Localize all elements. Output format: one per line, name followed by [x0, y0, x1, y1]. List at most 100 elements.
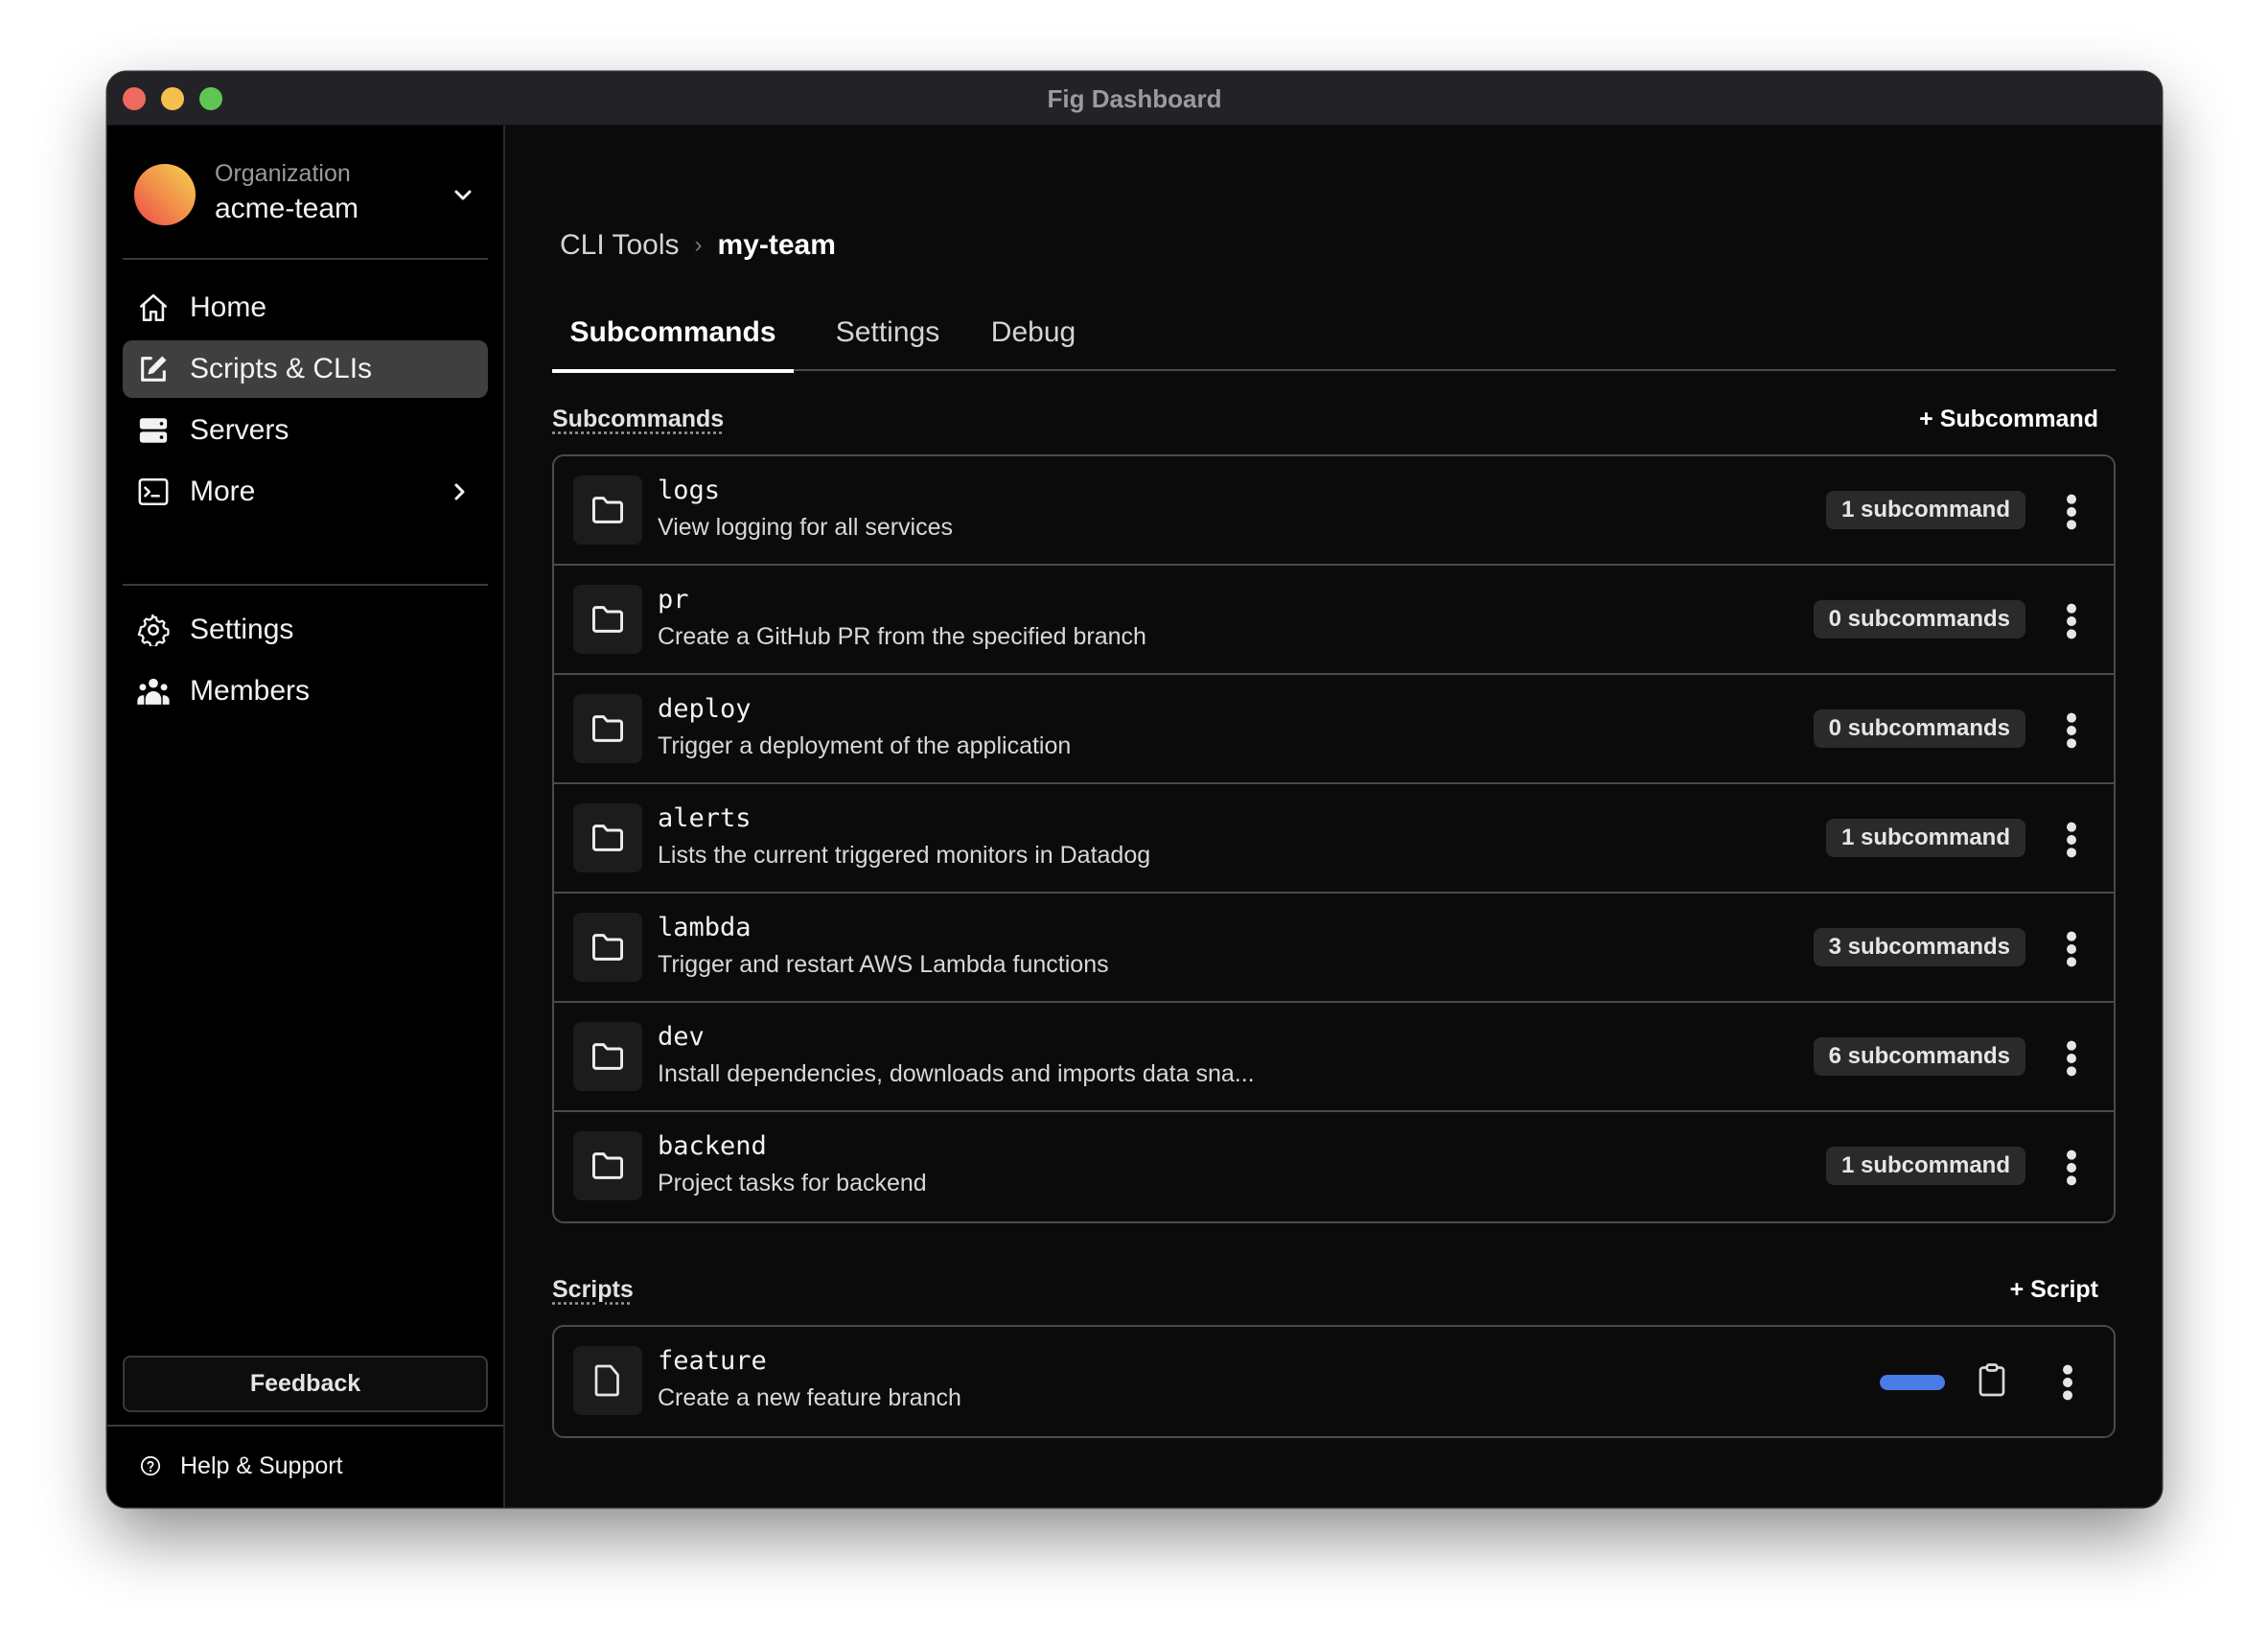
folder-icon	[573, 1131, 642, 1200]
feedback-button[interactable]: Feedback	[123, 1356, 488, 1412]
folder-icon	[573, 913, 642, 982]
sidebar-item-scripts-clis[interactable]: Scripts & CLIs	[123, 340, 488, 398]
sidebar-item-label: More	[190, 476, 256, 507]
sidebar-item-label: Home	[190, 291, 267, 323]
subcommand-list: logs View logging for all services 1 sub…	[552, 454, 2116, 1223]
app-window: Fig Dashboard Organization acme-team Hom…	[107, 72, 2162, 1507]
folder-icon	[573, 476, 642, 545]
sidebar-divider	[123, 584, 488, 586]
clipboard-icon[interactable]	[1978, 1363, 2006, 1398]
subcommand-description: Trigger a deployment of the application	[658, 732, 1072, 759]
subcommand-description: View logging for all services	[658, 514, 954, 541]
home-icon	[136, 290, 171, 325]
sidebar-footer-divider	[107, 1425, 503, 1427]
sidebar-item-label: Servers	[190, 414, 289, 446]
sidebar-item-label: Scripts & CLIs	[190, 353, 373, 384]
subcommand-name: backend	[658, 1131, 767, 1161]
folder-icon	[573, 803, 642, 872]
breadcrumb-cli-tools[interactable]: CLI Tools	[560, 229, 680, 262]
org-switcher[interactable]: Organization acme-team	[134, 147, 488, 252]
script-list: feature Create a new feature branch	[552, 1325, 2116, 1438]
subcommand-row[interactable]: lambda Trigger and restart AWS Lambda fu…	[554, 894, 2114, 1003]
subcommand-name: deploy	[658, 694, 752, 724]
breadcrumb-current: my-team	[717, 229, 836, 261]
subcommand-name: dev	[658, 1022, 705, 1052]
server-icon	[136, 413, 171, 448]
subcommand-row[interactable]: backend Project tasks for backend 1 subc…	[554, 1112, 2114, 1221]
breadcrumb-separator-icon: ›	[694, 232, 703, 258]
scripts-section-title: Scripts	[552, 1276, 634, 1303]
scripts-section-header: Scripts + Script	[552, 1276, 2116, 1314]
sidebar-item-more[interactable]: More	[123, 463, 488, 521]
subcommand-name: alerts	[658, 803, 752, 833]
more-options-icon[interactable]	[2064, 1149, 2079, 1187]
sidebar-item-servers[interactable]: Servers	[123, 402, 488, 459]
subcommand-name: lambda	[658, 913, 752, 942]
tab-bar: Subcommands Settings Debug	[552, 294, 2116, 373]
add-script-button[interactable]: + Script	[2010, 1276, 2098, 1304]
subcommand-row[interactable]: alerts Lists the current triggered monit…	[554, 784, 2114, 894]
subcommand-count-badge: 0 subcommands	[1813, 600, 2025, 639]
users-icon	[136, 674, 171, 708]
subcommand-description: Install dependencies, downloads and impo…	[658, 1060, 1255, 1087]
sidebar-item-label: Settings	[190, 614, 294, 645]
subcommand-row[interactable]: dev Install dependencies, downloads and …	[554, 1003, 2114, 1112]
subcommand-count-badge: 6 subcommands	[1813, 1037, 2025, 1076]
sidebar: Organization acme-team Home Scripts & CL…	[107, 126, 505, 1507]
gear-icon	[136, 613, 171, 647]
more-options-icon[interactable]	[2064, 493, 2079, 531]
terminal-icon	[136, 475, 171, 509]
subcommand-count-badge: 3 subcommands	[1813, 928, 2025, 966]
subcommand-row[interactable]: deploy Trigger a deployment of the appli…	[554, 675, 2114, 784]
chevron-right-icon	[454, 483, 465, 500]
sidebar-item-home[interactable]: Home	[123, 279, 488, 337]
help-circle-icon	[140, 1455, 161, 1476]
title-bar: Fig Dashboard	[107, 72, 2162, 126]
org-avatar	[134, 164, 196, 225]
tab-settings[interactable]: Settings	[830, 294, 945, 371]
main-content: CLI Tools › my-team Subcommands Settings…	[505, 126, 2162, 1507]
folder-icon	[573, 585, 642, 654]
subcommands-section-header: Subcommands + Subcommand	[552, 406, 2116, 444]
tab-debug[interactable]: Debug	[985, 294, 1081, 371]
edit-icon	[136, 352, 171, 386]
file-icon	[573, 1346, 642, 1415]
more-options-icon[interactable]	[2064, 821, 2079, 859]
script-enabled-toggle[interactable]	[1880, 1375, 1945, 1390]
more-options-icon[interactable]	[2060, 1363, 2075, 1402]
subcommand-row[interactable]: pr Create a GitHub PR from the specified…	[554, 566, 2114, 675]
sidebar-item-members[interactable]: Members	[123, 662, 488, 720]
subcommand-count-badge: 1 subcommand	[1825, 819, 2025, 857]
sidebar-item-label: Members	[190, 675, 311, 707]
sidebar-divider	[123, 258, 488, 260]
subcommand-name: pr	[658, 585, 689, 615]
help-support-link[interactable]: Help & Support	[140, 1447, 343, 1485]
subcommand-row[interactable]: logs View logging for all services 1 sub…	[554, 456, 2114, 566]
subcommand-name: logs	[658, 476, 721, 505]
more-options-icon[interactable]	[2064, 1039, 2079, 1078]
tab-subcommands[interactable]: Subcommands	[552, 294, 794, 373]
more-options-icon[interactable]	[2064, 930, 2079, 968]
folder-icon	[573, 694, 642, 763]
subcommands-section-title: Subcommands	[552, 406, 725, 432]
script-name: feature	[658, 1346, 767, 1376]
subcommand-description: Lists the current triggered monitors in …	[658, 842, 1151, 869]
sidebar-item-settings[interactable]: Settings	[123, 601, 488, 659]
window-title: Fig Dashboard	[1047, 84, 1222, 113]
help-support-label: Help & Support	[180, 1452, 343, 1479]
subcommand-description: Create a GitHub PR from the specified br…	[658, 623, 1146, 650]
breadcrumb: CLI Tools › my-team	[560, 229, 836, 262]
org-name: acme-team	[215, 193, 359, 224]
script-description: Create a new feature branch	[658, 1384, 961, 1411]
more-options-icon[interactable]	[2064, 602, 2079, 640]
script-row[interactable]: feature Create a new feature branch	[554, 1327, 2114, 1436]
subcommand-description: Project tasks for backend	[658, 1170, 927, 1196]
chevron-down-icon[interactable]	[451, 183, 474, 206]
subcommand-count-badge: 1 subcommand	[1825, 1147, 2025, 1185]
subcommand-count-badge: 0 subcommands	[1813, 709, 2025, 748]
add-subcommand-button[interactable]: + Subcommand	[1919, 406, 2098, 433]
folder-icon	[573, 1022, 642, 1091]
more-options-icon[interactable]	[2064, 711, 2079, 750]
org-label: Organization	[215, 160, 351, 187]
subcommand-description: Trigger and restart AWS Lambda functions	[658, 951, 1109, 978]
